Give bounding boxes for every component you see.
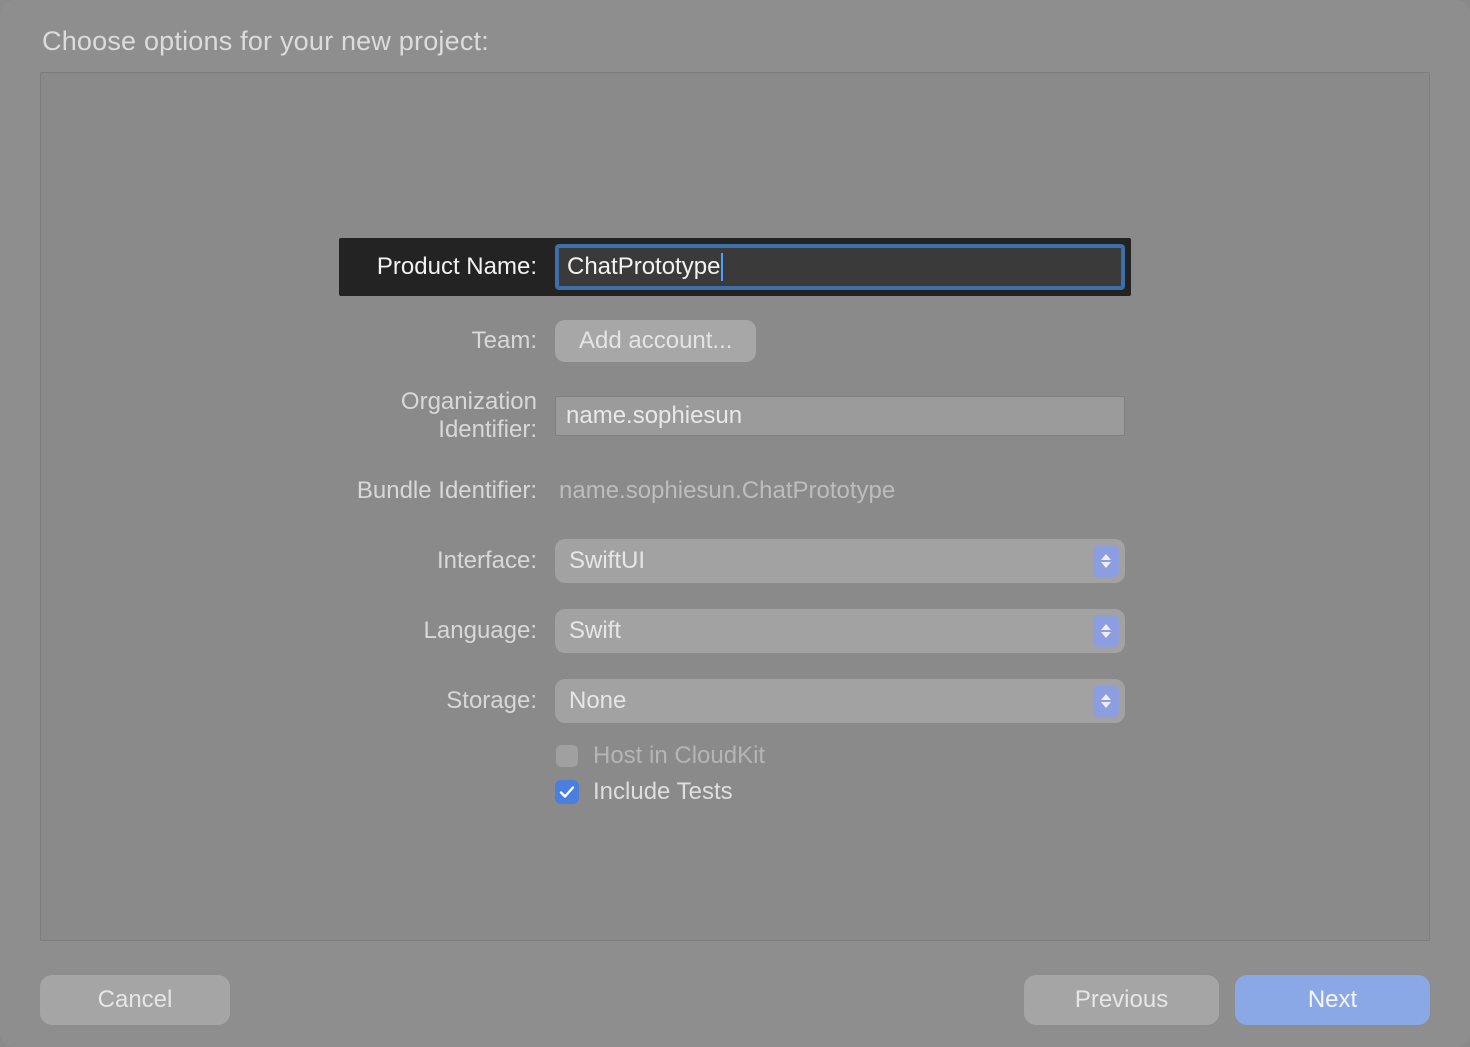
row-host-cloudkit: Host in CloudKit [555, 742, 1125, 770]
updown-stepper-icon [1093, 615, 1119, 647]
include-tests-label: Include Tests [593, 778, 733, 806]
host-cloudkit-label: Host in CloudKit [593, 742, 765, 770]
footer: Cancel Previous Next [40, 975, 1430, 1025]
text-caret [721, 253, 723, 281]
label-interface: Interface: [345, 547, 555, 575]
interface-value: SwiftUI [569, 547, 645, 575]
label-bundle-identifier: Bundle Identifier: [345, 477, 555, 505]
row-interface: Interface: SwiftUI [345, 538, 1125, 584]
storage-select[interactable]: None [555, 679, 1125, 723]
new-project-options-sheet: Choose options for your new project: Pro… [0, 0, 1470, 1047]
next-button[interactable]: Next [1235, 975, 1430, 1025]
previous-button[interactable]: Previous [1024, 975, 1219, 1025]
updown-stepper-icon [1093, 545, 1119, 577]
label-org-identifier: Organization Identifier: [345, 388, 555, 444]
sheet-title: Choose options for your new project: [42, 26, 489, 57]
checkmark-icon [559, 784, 575, 800]
row-include-tests: Include Tests [555, 778, 1125, 806]
row-product-name: Product Name: ChatPrototype [339, 238, 1131, 296]
form: Product Name: ChatPrototype Team: Add ac… [345, 238, 1125, 814]
host-cloudkit-checkbox [555, 744, 579, 768]
label-language: Language: [345, 617, 555, 645]
product-name-value: ChatPrototype [567, 253, 720, 281]
row-team: Team: Add account... [345, 318, 1125, 364]
label-team: Team: [345, 327, 555, 355]
include-tests-checkbox[interactable] [555, 780, 579, 804]
storage-value: None [569, 687, 626, 715]
language-value: Swift [569, 617, 621, 645]
row-language: Language: Swift [345, 608, 1125, 654]
updown-stepper-icon [1093, 685, 1119, 717]
cancel-button[interactable]: Cancel [40, 975, 230, 1025]
label-storage: Storage: [345, 687, 555, 715]
org-identifier-field[interactable]: name.sophiesun [555, 396, 1125, 436]
form-panel: Product Name: ChatPrototype Team: Add ac… [40, 72, 1430, 941]
row-bundle-identifier: Bundle Identifier: name.sophiesun.ChatPr… [345, 468, 1125, 514]
org-identifier-value: name.sophiesun [566, 402, 742, 430]
bundle-identifier-value: name.sophiesun.ChatPrototype [555, 477, 895, 505]
product-name-field[interactable]: ChatPrototype [555, 244, 1125, 290]
add-account-button[interactable]: Add account... [555, 320, 756, 362]
interface-select[interactable]: SwiftUI [555, 539, 1125, 583]
language-select[interactable]: Swift [555, 609, 1125, 653]
label-product-name: Product Name: [339, 253, 555, 281]
row-storage: Storage: None [345, 678, 1125, 724]
row-org-identifier: Organization Identifier: name.sophiesun [345, 388, 1125, 444]
